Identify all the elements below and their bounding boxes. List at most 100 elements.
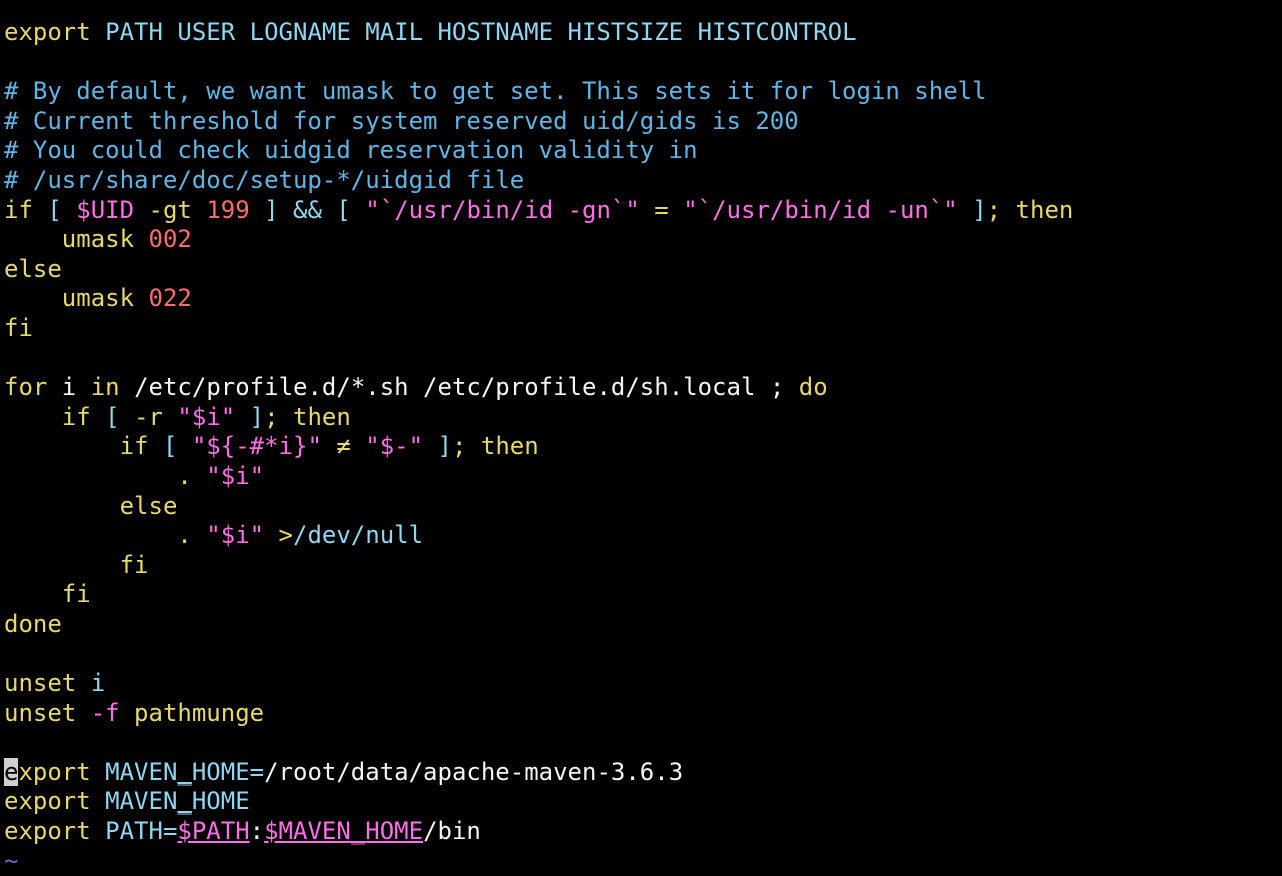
- code-token: HOME=: [191, 757, 265, 786]
- code-token: export: [4, 18, 91, 46]
- editor-line: else: [4, 255, 1278, 285]
- editor-line: ~: [4, 847, 1278, 876]
- code-token: # /usr/share/doc/setup-*/uidgid file: [4, 165, 525, 194]
- code-token: MAVEN: [90, 787, 178, 816]
- code-token: "$i": [206, 461, 265, 490]
- code-token: umask: [4, 284, 149, 313]
- code-token: fi: [4, 550, 149, 579]
- code-token: unset: [4, 669, 77, 698]
- terminal-editor[interactable]: export PATH USER LOGNAME MAIL HOSTNAME H…: [4, 18, 1278, 876]
- code-token: PATH USER LOGNAME MAIL HOSTNAME HISTSIZE…: [90, 18, 857, 46]
- code-token: unset: [4, 698, 77, 727]
- code-token: .: [4, 521, 207, 550]
- code-token: pathmunge: [134, 698, 265, 727]
- editor-line: fi: [4, 551, 1278, 581]
- code-token: # Current threshold for system reserved …: [4, 106, 799, 135]
- code-token: HOME: [191, 787, 250, 816]
- code-token: 022: [148, 284, 192, 313]
- editor-line: # You could check uidgid reservation val…: [4, 136, 1278, 166]
- code-token: /etc/profile.d/*.sh /etc/profile.d/sh.lo…: [119, 373, 770, 402]
- code-token: "`/usr/bin/id -un`": [683, 195, 958, 224]
- code-token: >: [264, 521, 293, 550]
- code-token: ;: [769, 373, 799, 402]
- code-token: _: [177, 757, 192, 786]
- code-token: -r: [134, 402, 178, 431]
- code-token: -f: [76, 698, 135, 727]
- editor-line: unset i: [4, 669, 1278, 699]
- code-token: i: [47, 373, 91, 402]
- code-token: [: [32, 195, 77, 224]
- code-token: # By default, we want umask to get set. …: [4, 77, 987, 106]
- editor-line: export PATH USER LOGNAME MAIL HOSTNAME H…: [4, 18, 1278, 48]
- code-token: xport: [18, 757, 91, 786]
- code-token: HOME: [365, 817, 424, 846]
- code-token: if: [4, 402, 91, 431]
- editor-line: umask 002: [4, 225, 1278, 255]
- code-token: _: [350, 817, 366, 846]
- code-token: fi: [4, 580, 91, 609]
- code-token: "$-": [365, 432, 424, 461]
- code-token: ]: [249, 195, 294, 224]
- code-token: MAVEN: [90, 757, 178, 786]
- code-token: do: [798, 373, 828, 402]
- editor-line: if [ $UID -gt 199 ] && [ "`/usr/bin/id -…: [4, 196, 1278, 226]
- code-token: export: [4, 787, 91, 816]
- code-token: =: [639, 195, 684, 224]
- code-token: &&: [293, 195, 322, 224]
- code-token: "`/usr/bin/id -gn`": [365, 195, 640, 224]
- code-token: in: [90, 373, 120, 402]
- code-token: $PATH: [177, 817, 250, 846]
- code-token: 002: [148, 225, 192, 254]
- editor-line: export PATH=$PATH:$MAVEN_HOME/bin: [4, 817, 1278, 847]
- code-token: ; then: [451, 432, 539, 461]
- code-token: .: [4, 461, 207, 490]
- editor-line: else: [4, 492, 1278, 522]
- code-token: 199: [206, 195, 250, 224]
- code-token: -gt: [134, 195, 207, 224]
- code-token: for: [4, 373, 48, 402]
- editor-line: fi: [4, 580, 1278, 610]
- code-token: ; then: [264, 402, 351, 431]
- code-token: [: [90, 402, 135, 431]
- editor-line: if [ "${-#*i}" ≠ "$-" ]; then: [4, 432, 1278, 462]
- code-token: umask: [4, 225, 149, 254]
- code-token: :: [249, 817, 265, 846]
- code-token: else: [4, 491, 178, 520]
- code-token: $UID: [76, 195, 135, 224]
- code-token: else: [4, 254, 62, 283]
- code-token: if: [4, 195, 33, 224]
- code-token: "$i": [177, 402, 236, 431]
- code-token: ]: [957, 195, 987, 224]
- text-cursor: e: [4, 757, 19, 786]
- editor-line: # By default, we want umask to get set. …: [4, 77, 1278, 107]
- code-token: i: [76, 669, 106, 698]
- code-token: ]: [423, 432, 452, 461]
- code-token: ; then: [986, 195, 1074, 224]
- editor-line: # /usr/share/doc/setup-*/uidgid file: [4, 166, 1278, 196]
- code-token: # You could check uidgid reservation val…: [4, 136, 698, 165]
- editor-line: for i in /etc/profile.d/*.sh /etc/profil…: [4, 373, 1278, 403]
- code-token: done: [4, 609, 62, 638]
- code-token: fi: [4, 313, 33, 342]
- code-token: ]: [235, 402, 265, 431]
- code-token: export: [4, 817, 91, 846]
- editor-line: unset -f pathmunge: [4, 699, 1278, 729]
- editor-line: umask 022: [4, 284, 1278, 314]
- editor-line: fi: [4, 314, 1278, 344]
- editor-line: if [ -r "$i" ]; then: [4, 403, 1278, 433]
- code-token: /root/data/apache-maven-3.6.3: [264, 757, 684, 786]
- code-token: $MAVEN: [264, 817, 351, 846]
- code-token: /bin: [423, 817, 481, 846]
- editor-line: export MAVEN_HOME=/root/data/apache-mave…: [4, 757, 1278, 788]
- code-token: [: [148, 432, 192, 461]
- code-token: "${-#*i}": [191, 432, 322, 461]
- code-token: ~: [4, 846, 19, 875]
- code-token: ≠: [321, 432, 366, 461]
- code-token: /dev/null: [293, 521, 424, 550]
- code-token: [: [321, 195, 366, 224]
- code-token: _: [177, 787, 192, 816]
- code-token: if: [4, 432, 149, 461]
